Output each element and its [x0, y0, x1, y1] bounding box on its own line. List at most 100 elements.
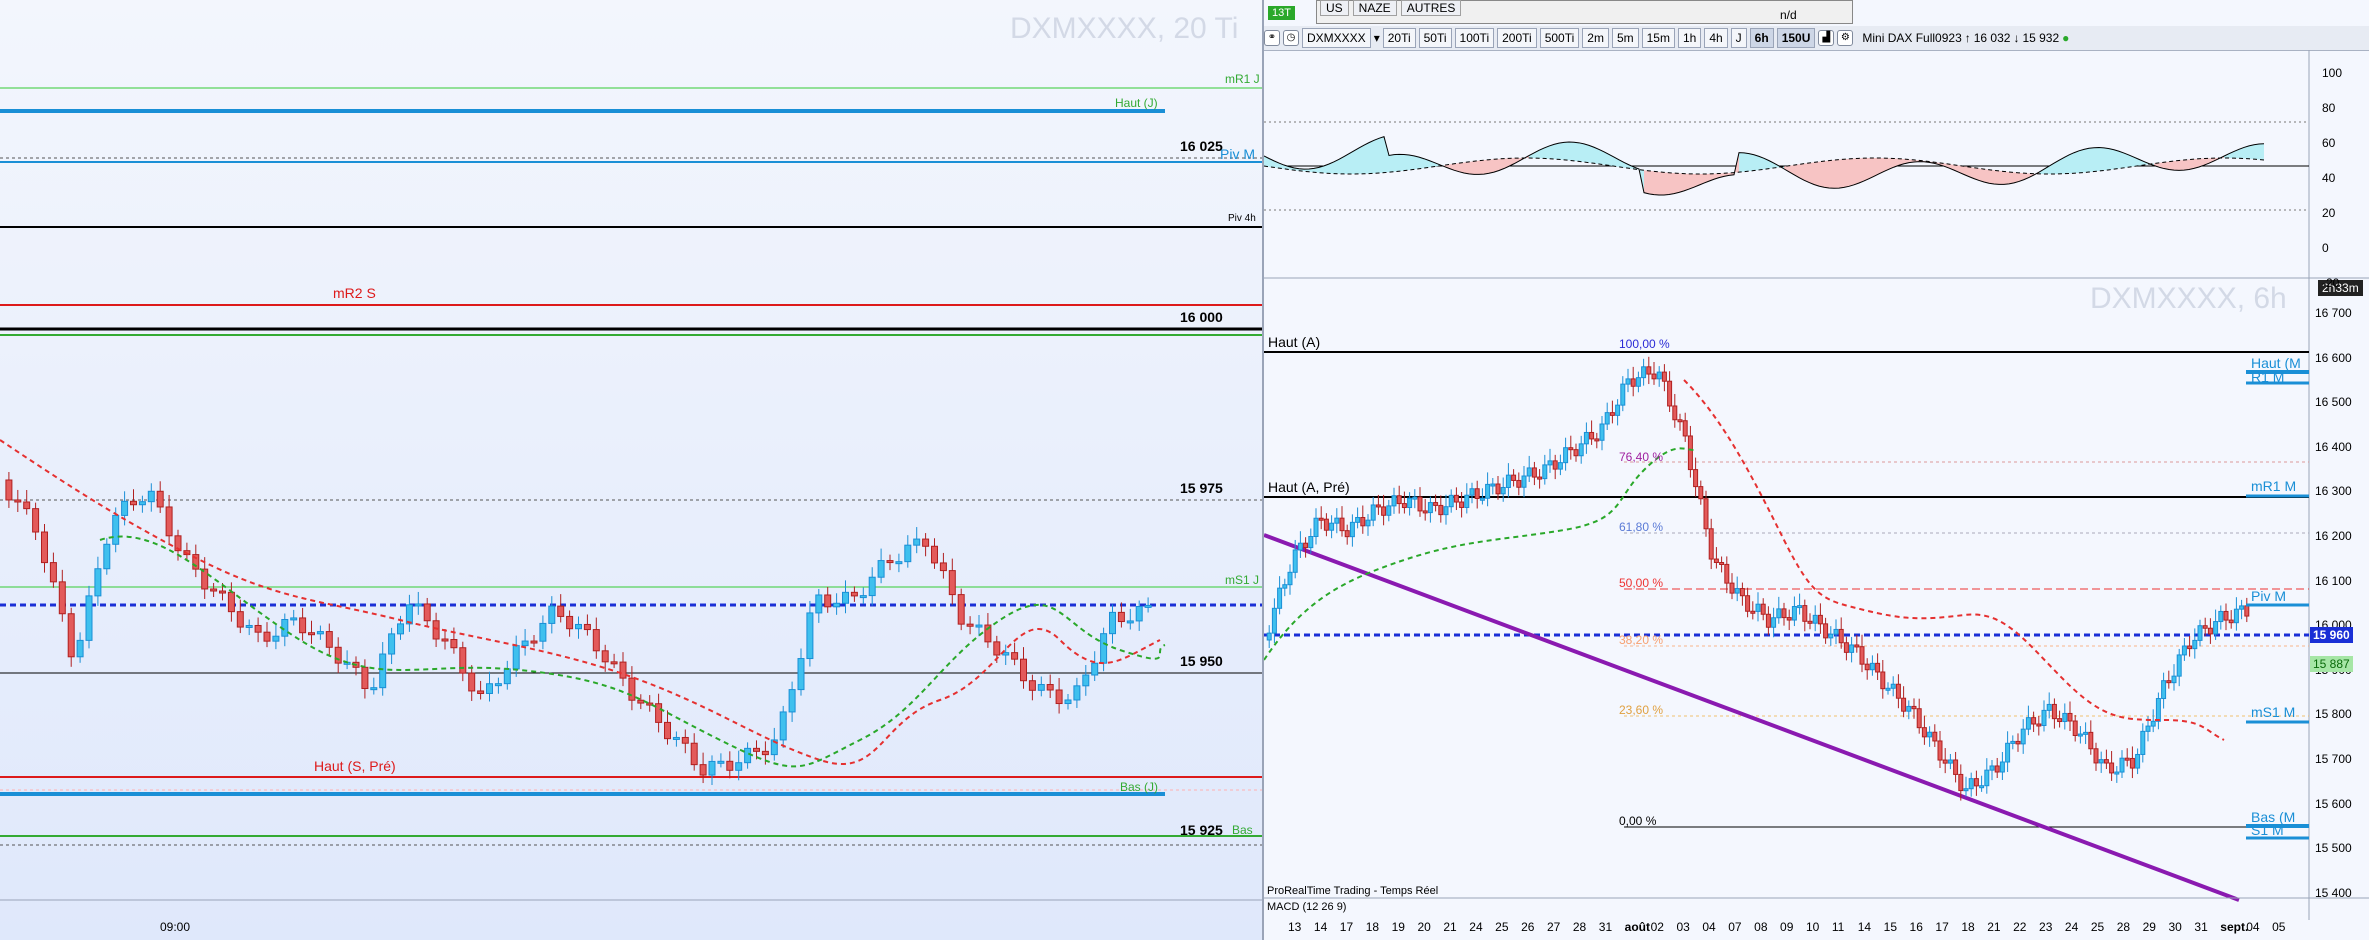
candle-body [931, 545, 938, 564]
menu-naze[interactable]: NAZE [1352, 0, 1397, 16]
x-date-label: 11 [1831, 920, 1845, 934]
candle-body [2181, 645, 2187, 656]
candle-body [1303, 542, 1309, 549]
x-date-label: 26 [1521, 920, 1535, 934]
label-15925: 15 925 [1180, 822, 1223, 838]
candle-body [1708, 528, 1714, 560]
candle-body [2218, 610, 2224, 623]
candle-body [868, 576, 876, 597]
menu-autres[interactable]: AUTRES [1400, 0, 1462, 16]
x-date-label: 15 [1883, 920, 1897, 934]
candle-body [1339, 517, 1345, 532]
candle-body [1297, 542, 1303, 551]
candle-body [2135, 753, 2141, 769]
candle-body [1135, 605, 1143, 622]
x-date-label: 04 [2246, 920, 2260, 934]
candle-body [1594, 438, 1600, 442]
candle-body [432, 620, 440, 640]
candle-body [236, 611, 244, 628]
candle-body [2129, 757, 2135, 769]
right-red-moving-average [1683, 379, 2225, 741]
candle-body [966, 623, 974, 627]
candle-body [779, 711, 787, 741]
candle-body [1542, 464, 1548, 480]
candle-body [1412, 496, 1418, 500]
candle-body [1511, 474, 1517, 481]
candle-body [494, 683, 502, 687]
label-haut-a: Haut (A) [1268, 334, 1321, 350]
candle-body [1953, 759, 1959, 775]
candle-body [628, 677, 636, 701]
candle-body [1329, 522, 1335, 531]
candle-body [1505, 474, 1511, 488]
candle-body [2067, 712, 2073, 722]
left-x-time-label: 09:00 [160, 920, 191, 934]
x-date-label: 10 [1805, 920, 1820, 934]
candle-body [1979, 785, 1985, 789]
right-chart-canvas[interactable] [1264, 0, 2369, 940]
candle-body [2223, 610, 2229, 621]
candle-body [1817, 614, 1823, 625]
x-date-label: 14 [1857, 920, 1872, 934]
candle-body [2202, 625, 2208, 629]
candle-body [1661, 371, 1667, 382]
candle-body [1568, 447, 1574, 451]
candle-body [601, 650, 609, 663]
candle-body [2083, 731, 2089, 735]
label-haut-j: Haut (J) [1115, 96, 1158, 110]
candle-body [1687, 435, 1693, 471]
candle-body [539, 622, 547, 642]
candle-body [1407, 497, 1413, 509]
candle-body [2114, 771, 2120, 775]
candle-body [2119, 757, 2125, 773]
candle-body [1604, 412, 1610, 425]
label-haut-a-pre: Haut (A, Pré) [1268, 479, 1350, 495]
candle-body [316, 631, 324, 635]
candle-body [1963, 788, 1969, 792]
candle-body [1672, 405, 1678, 421]
candle-body [254, 624, 262, 633]
left-chart-canvas[interactable] [0, 0, 1262, 940]
candle-body [41, 531, 48, 564]
candle-body [1942, 759, 1948, 764]
fib-label-2360: 23,60 % [1619, 703, 1664, 717]
candle-body [1144, 604, 1152, 608]
menu-us[interactable]: US [1320, 0, 1349, 16]
candle-body [850, 591, 858, 597]
candle-body [1100, 633, 1108, 664]
candle-body [2025, 717, 2031, 730]
label-15950: 15 950 [1180, 653, 1223, 669]
candle-body [156, 490, 164, 508]
left-chart-panel[interactable]: DXMXXXX, 20 Ti mR1 J Haut (J) 16 025 Piv… [0, 0, 1264, 940]
candle-body [165, 506, 173, 537]
candle-body [1651, 373, 1657, 380]
fib-label-100: 100,00 % [1619, 337, 1670, 351]
price-tick: 15 700 [2315, 752, 2352, 766]
right-chart-panel[interactable]: 13T n/d ⚭ ◷ DXMXXXX ▾ 20Ti 50Ti 100Ti 20… [1264, 0, 2369, 940]
fib-label-7640: 76,40 % [1619, 450, 1664, 464]
candle-body [1880, 671, 1886, 690]
candle-body [325, 631, 333, 648]
x-date-label: 25 [1495, 920, 1509, 934]
x-date-label: 09 [1780, 920, 1794, 934]
label-piv-m-right: Piv M [2251, 588, 2286, 604]
x-date-label: sept. [2220, 920, 2249, 934]
candle-body [49, 562, 57, 583]
candle-body [263, 631, 271, 642]
candle-body [414, 603, 422, 607]
candle-body [1438, 504, 1444, 516]
candle-body [1719, 562, 1725, 566]
candle-body [957, 594, 965, 625]
candle-body [1552, 460, 1558, 470]
candle-body [290, 617, 298, 621]
candle-body [1495, 483, 1501, 495]
candle-body [1323, 518, 1329, 531]
candle-body [1771, 617, 1777, 628]
x-date-label: 04 [1702, 920, 1716, 934]
candle-body [503, 668, 511, 685]
candle-body [761, 750, 769, 756]
candle-body [2093, 748, 2099, 764]
price-tick: 16 600 [2315, 350, 2352, 365]
fib-label-6180: 61,80 % [1619, 520, 1664, 534]
candle-body [2077, 733, 2083, 737]
